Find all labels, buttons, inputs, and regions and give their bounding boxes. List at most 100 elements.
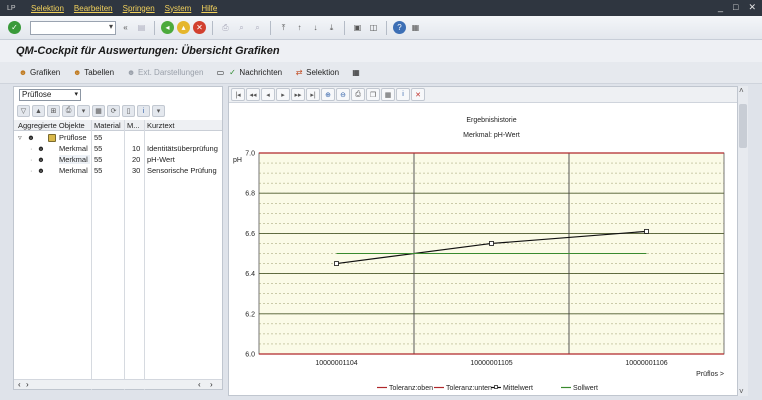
- find-next-icon[interactable]: ⌕: [251, 21, 264, 34]
- scroll-thumb[interactable]: [739, 104, 747, 148]
- first-icon[interactable]: |◂: [231, 88, 245, 101]
- data-point: [644, 228, 649, 234]
- tree-row[interactable]: · ☻ Merkmal 55 30 Sensorische Prüfung: [14, 165, 222, 176]
- row-m: 10: [132, 144, 141, 153]
- tree-row[interactable]: · ☻ ✓ Merkmal 55 20 pH-Wert: [14, 154, 222, 165]
- layout-button[interactable]: ▦: [351, 68, 361, 78]
- scroll-left-icon[interactable]: ‹: [198, 380, 201, 389]
- find-icon[interactable]: ⌕: [235, 21, 248, 34]
- scroll-right-end-icon[interactable]: ›: [26, 380, 29, 389]
- zoom-in-icon[interactable]: ⊕: [321, 88, 335, 101]
- col-aggregierte-objekte[interactable]: Aggregierte Objekte: [18, 121, 85, 130]
- graphic-toolbar: |◂ ◂◂ ◂ ▸ ▸▸ ▸| ⊕ ⊖ ⎙ ❐ ▦ i ✕: [229, 87, 737, 103]
- y-axis-label: pH: [233, 157, 242, 164]
- col-material[interactable]: Material: [94, 121, 121, 130]
- maximize-button[interactable]: □: [733, 2, 738, 13]
- fast-forward-icon[interactable]: ▸▸: [291, 88, 305, 101]
- menu-bearbeiten[interactable]: Bearbeiten: [74, 4, 113, 13]
- legend-label: Sollwert: [573, 385, 598, 392]
- row-m: 20: [132, 155, 141, 164]
- copy-icon[interactable]: ❐: [366, 88, 380, 101]
- command-field[interactable]: [30, 20, 116, 35]
- next-page-icon[interactable]: ↓: [309, 21, 322, 34]
- chart-title: Ergebnishistorie: [466, 117, 516, 124]
- vertical-scrollbar[interactable]: ˄ ˅: [738, 86, 748, 396]
- history-back-icon[interactable]: «: [119, 21, 132, 34]
- row-material: 55: [94, 144, 103, 153]
- y-tick-label: 6.8: [245, 191, 255, 198]
- users-icon: ☻: [73, 67, 82, 77]
- scroll-left-end-icon[interactable]: ‹: [18, 380, 21, 389]
- new-session-icon[interactable]: ▣: [351, 21, 364, 34]
- y-tick-label: 7.0: [245, 151, 255, 158]
- menu-springen[interactable]: Springen: [123, 4, 155, 13]
- menu-hilfe[interactable]: Hilfe: [201, 4, 217, 13]
- previous-page-icon[interactable]: ↑: [293, 21, 306, 34]
- grafiken-button[interactable]: ☻ Grafiken: [18, 68, 60, 78]
- layout-icon[interactable]: ▦: [92, 105, 105, 117]
- menu-system[interactable]: System: [165, 4, 192, 13]
- print-icon[interactable]: ⎙: [219, 21, 232, 34]
- info-icon[interactable]: i: [396, 88, 410, 101]
- zoom-out-icon[interactable]: ⊖: [336, 88, 350, 101]
- characteristic-icon: ☻: [37, 166, 45, 175]
- find-icon[interactable]: ⊞: [47, 105, 60, 117]
- minimize-button[interactable]: _: [718, 2, 723, 13]
- first-page-icon[interactable]: ⤒: [277, 21, 290, 34]
- close-window-button[interactable]: ✕: [748, 2, 756, 13]
- horizontal-scrollbar[interactable]: ‹ › ‹ ›: [14, 379, 222, 389]
- row-kurztext: Identitätsüberprüfung: [147, 144, 218, 153]
- ext-darstellungen-label: Ext. Darstellungen: [138, 68, 204, 77]
- menu-bar: LP Selektion Bearbeiten Springen System …: [0, 0, 762, 16]
- col-m[interactable]: M...: [127, 121, 140, 130]
- scroll-up-icon[interactable]: ˄: [739, 86, 744, 95]
- layout-menu-icon[interactable]: ▦: [409, 21, 422, 34]
- selektion-button[interactable]: ⇄ Selektion: [294, 68, 339, 78]
- nachrichten-label: Nachrichten: [239, 68, 283, 77]
- info-icon[interactable]: i: [137, 105, 150, 117]
- col-kurztext[interactable]: Kurztext: [147, 121, 175, 130]
- table-icon[interactable]: ▦: [381, 88, 395, 101]
- grafiken-label: Grafiken: [30, 68, 61, 77]
- tabellen-button[interactable]: ☻ Tabellen: [72, 68, 114, 78]
- checkmark-icon: ✓: [229, 67, 236, 77]
- cancel-icon[interactable]: ✕: [193, 21, 206, 34]
- forward-icon[interactable]: ▸: [276, 88, 290, 101]
- scroll-down-icon[interactable]: ˅: [739, 387, 744, 396]
- enter-check-icon[interactable]: ✓: [8, 21, 21, 34]
- back-icon[interactable]: ◂: [161, 21, 174, 34]
- menu-selektion[interactable]: Selektion: [31, 4, 64, 13]
- graphic-panel: |◂ ◂◂ ◂ ▸ ▸▸ ▸| ⊕ ⊖ ⎙ ❐ ▦ i ✕ Ergebnishi…: [228, 86, 738, 396]
- refresh-icon[interactable]: ⟳: [107, 105, 120, 117]
- collapse-icon[interactable]: ▲: [32, 105, 45, 117]
- save-icon[interactable]: ▤: [135, 21, 148, 34]
- collapse-node-icon[interactable]: ▿: [18, 133, 22, 142]
- expand-icon[interactable]: ▽: [17, 105, 30, 117]
- exit-icon[interactable]: ▴: [177, 21, 190, 34]
- last-page-icon[interactable]: ⤓: [325, 21, 338, 34]
- shortcut-icon[interactable]: ◫: [367, 21, 380, 34]
- object-type-select[interactable]: Prüflose: [19, 89, 81, 101]
- selektion-label: Selektion: [306, 68, 340, 77]
- fast-back-icon[interactable]: ◂◂: [246, 88, 260, 101]
- back-icon[interactable]: ◂: [261, 88, 275, 101]
- column-header: Aggregierte Objekte Material M... Kurzte…: [14, 120, 222, 131]
- last-icon[interactable]: ▸|: [306, 88, 320, 101]
- document-icon[interactable]: ▯: [122, 105, 135, 117]
- tree-row[interactable]: · ☻ Merkmal 55 10 Identitätsüberprüfung: [14, 143, 222, 154]
- filter-icon[interactable]: ▾: [77, 105, 90, 117]
- grid-icon: ▦: [352, 67, 360, 77]
- print-icon[interactable]: ⎙: [351, 88, 365, 101]
- ext-darstellungen-button[interactable]: ☻ Ext. Darstellungen: [126, 68, 204, 78]
- help-icon[interactable]: ?: [393, 21, 406, 34]
- print-icon[interactable]: ⎙: [62, 105, 75, 117]
- nachrichten-button[interactable]: ▭ ✓ Nachrichten: [215, 68, 282, 78]
- legend-label: Mittelwert: [503, 385, 533, 392]
- close-icon[interactable]: ✕: [411, 88, 425, 101]
- chart-subtitle: Merkmal: pH-Wert: [463, 132, 520, 139]
- row-material: 55: [94, 155, 103, 164]
- scroll-right-icon[interactable]: ›: [210, 380, 213, 389]
- more-icon[interactable]: ▾: [152, 105, 165, 117]
- tree-row[interactable]: ▿ ☻ Prüflose 55: [14, 132, 222, 143]
- legend-label: Toleranz:unten: [446, 385, 492, 392]
